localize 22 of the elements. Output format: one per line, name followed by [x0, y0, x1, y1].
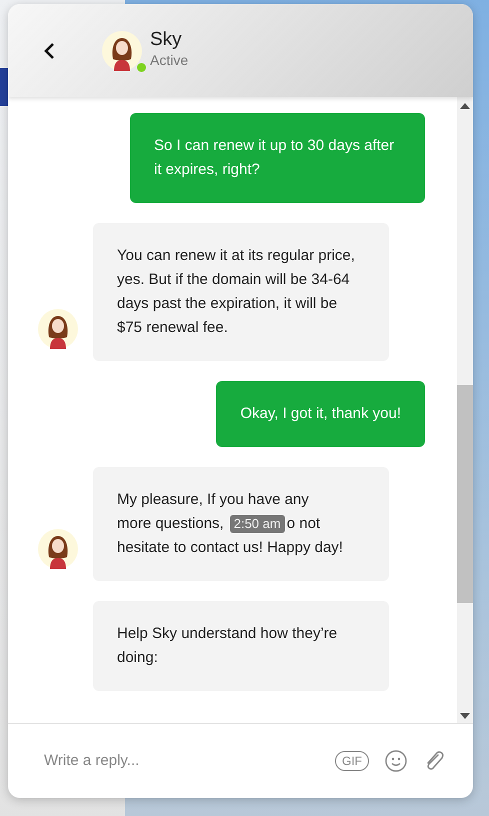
message-bubble: Help Sky understand how they’re doing: [93, 601, 389, 691]
scroll-up-icon[interactable] [460, 103, 470, 109]
avatar-icon [102, 30, 142, 70]
reply-input[interactable]: Write a reply... [42, 748, 319, 774]
scroll-down-icon[interactable] [460, 713, 470, 719]
contact-name: Sky [150, 30, 183, 50]
message-text: My pleasure, If you have any [117, 490, 310, 510]
message-text: hesitate to contact us! Happy day! [117, 538, 344, 558]
back-icon[interactable] [42, 42, 56, 60]
message-bubble: You can renew it at its regular price, yes. But if the domain will be 34-64 days past the expiration, it will be $75 renewal fee. [93, 223, 389, 361]
emoji-button[interactable] [385, 750, 407, 772]
avatar-icon [38, 309, 78, 349]
scrollbar-thumb[interactable] [457, 385, 473, 603]
scrollbar[interactable] [457, 97, 473, 723]
avatar-icon [38, 529, 78, 569]
contact-status: Active [150, 51, 188, 70]
gif-button[interactable]: GIF [335, 751, 369, 771]
message-text: more questions, [117, 514, 224, 534]
message-bubble: Okay, I got it, thank you! [216, 381, 425, 447]
message-bubble: So I can renew it up to 30 days after it expires, right? [130, 113, 425, 203]
message-text: o not [286, 514, 320, 534]
timestamp-tooltip: 2:50 am [230, 515, 285, 533]
